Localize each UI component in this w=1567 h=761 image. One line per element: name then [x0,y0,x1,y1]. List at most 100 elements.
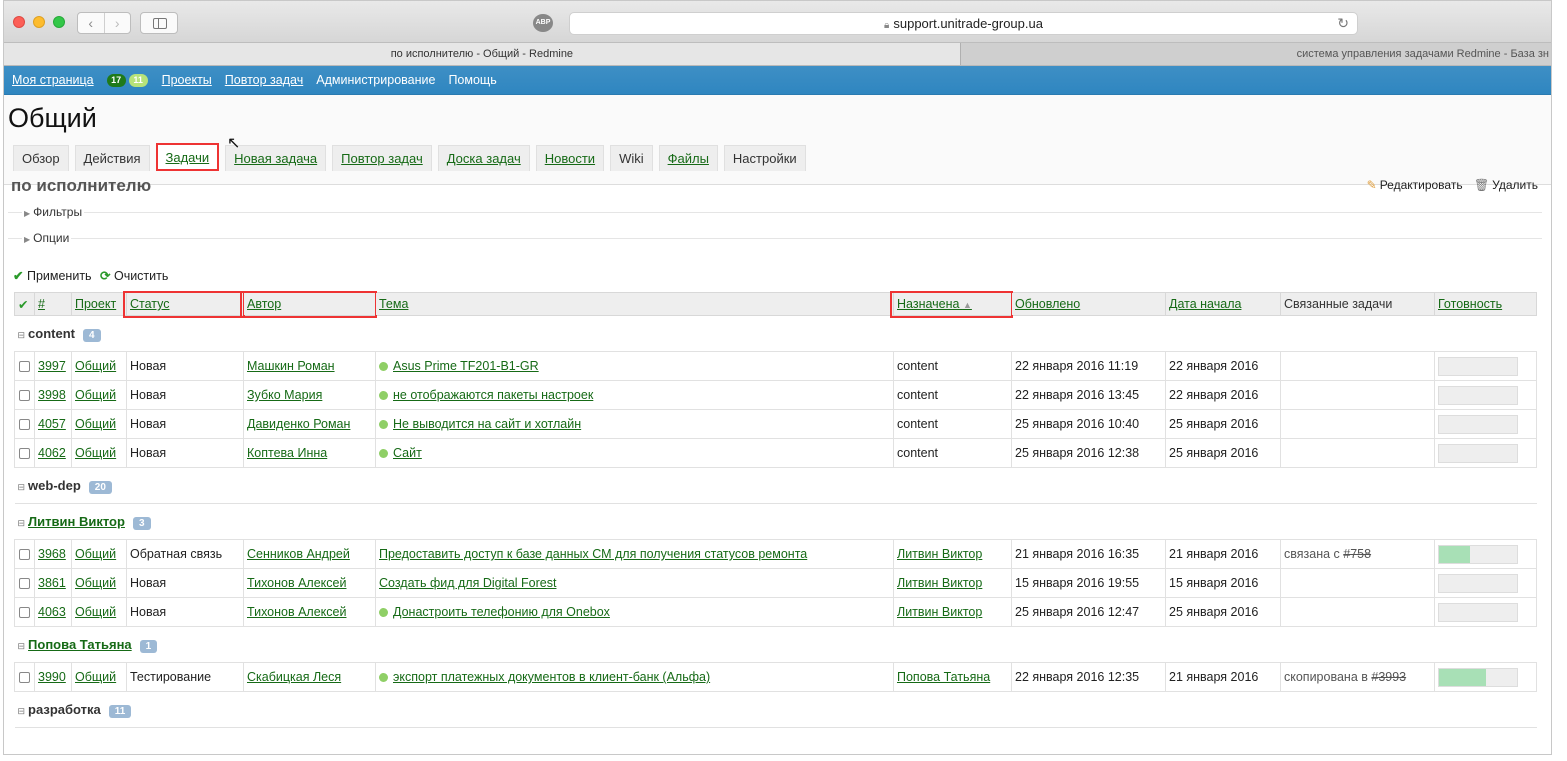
group-name[interactable]: Попова Татьяна [28,637,132,652]
row-checkbox[interactable] [19,607,30,619]
row-checkbox[interactable] [19,390,30,402]
tab-overview[interactable]: Обзор [13,145,69,171]
tab-issues[interactable]: Задачи [155,143,220,171]
edit-query-link[interactable]: Редактировать [1380,178,1463,192]
tab-repeat-issues[interactable]: Повтор задач [332,145,432,171]
clear-button[interactable]: Очистить [114,269,168,283]
browser-tab-inactive[interactable]: система управления задачами Redmine - Ба… [959,43,1551,65]
subject-link[interactable]: Донастроить телефонию для Onebox [393,605,610,619]
author-link[interactable]: Давиденко Роман [247,417,350,431]
back-button[interactable]: ‹ [78,13,104,33]
col-author[interactable]: Автор [240,291,378,319]
issue-id-link[interactable]: 3997 [38,359,66,373]
tab-settings[interactable]: Настройки [723,145,806,171]
filters-fieldset[interactable]: ▶ Фильтры [8,205,1542,238]
menu-administration[interactable]: Администрирование [316,73,435,87]
col-assigned[interactable]: Назначена ▲ [890,291,1014,319]
project-link[interactable]: Общий [75,446,116,460]
project-link[interactable]: Общий [75,576,116,590]
tab-news[interactable]: Новости [535,145,605,171]
project-link[interactable]: Общий [75,605,116,619]
tab-activity[interactable]: Действия [74,145,150,171]
tab-files[interactable]: Файлы [658,145,718,171]
col-updated[interactable]: Обновлено [1011,292,1166,316]
author-link[interactable]: Зубко Мария [247,388,322,402]
forward-button[interactable]: › [103,13,131,33]
subject-link[interactable]: Создать фид для Digital Forest [379,576,556,590]
row-checkbox[interactable] [19,419,30,431]
col-id[interactable]: # [34,292,72,316]
apply-button[interactable]: Применить [27,269,92,283]
subject-link[interactable]: Asus Prime TF201-B1-GR [393,359,539,373]
minimize-window-button[interactable] [33,16,45,28]
row-checkbox[interactable] [19,549,30,561]
watched-count-badge[interactable]: 11 [128,73,148,87]
assignee-link[interactable]: Литвин Виктор [897,605,982,619]
project-link[interactable]: Общий [75,359,116,373]
author-link[interactable]: Машкин Роман [247,359,335,373]
issue-id-link[interactable]: 4063 [38,605,66,619]
related-issue-link[interactable]: #3993 [1371,670,1406,684]
subject-link[interactable]: Предоставить доступ к базе данных СМ для… [379,547,807,561]
project-link[interactable]: Общий [75,547,116,561]
menu-help[interactable]: Помощь [448,73,496,87]
assigned-count-badge[interactable]: 17 [106,73,126,87]
delete-query-link[interactable]: Удалить [1492,178,1538,192]
menu-repeat-issues[interactable]: Повтор задач [225,73,303,87]
author-link[interactable]: Тихонов Алексей [247,576,346,590]
author-link[interactable]: Скабицкая Леся [247,670,341,684]
tab-issue-board[interactable]: Доска задач [437,145,530,171]
col-start-date[interactable]: Дата начала [1165,292,1281,316]
menu-my-page[interactable]: Моя страница [12,73,94,87]
collapse-icon[interactable]: ⊟ [18,482,26,492]
collapse-icon[interactable]: ⊟ [18,330,26,340]
close-window-button[interactable] [13,16,25,28]
group-row[interactable]: ⊟ Литвин Виктор 3 [14,503,1537,540]
group-row[interactable]: ⊟ Попова Татьяна 1 [14,626,1537,663]
subject-link[interactable]: Не выводится на сайт и хотлайн [393,417,581,431]
col-subject[interactable]: Тема [375,292,894,316]
col-done-ratio[interactable]: Готовность [1434,292,1537,316]
row-checkbox[interactable] [19,448,30,460]
row-checkbox[interactable] [19,672,30,684]
author-link[interactable]: Тихонов Алексей [247,605,346,619]
subject-link[interactable]: Сайт [393,446,422,460]
issue-id-link[interactable]: 4062 [38,446,66,460]
subject-link[interactable]: не отображаются пакеты настроек [393,388,593,402]
related-issue-link[interactable]: #758 [1343,547,1371,561]
assignee-link[interactable]: Попова Татьяна [897,670,990,684]
sidebar-toggle-button[interactable] [140,12,178,34]
tab-wiki[interactable]: Wiki [610,145,653,171]
browser-tab-active[interactable]: по исполнителю - Общий - Redmine [4,43,960,65]
author-link[interactable]: Коптева Инна [247,446,327,460]
row-checkbox[interactable] [19,578,30,590]
project-link[interactable]: Общий [75,417,116,431]
adblock-icon[interactable]: ABP [533,14,553,32]
toggle-all-checkbox[interactable]: ✔ [14,292,35,316]
group-row[interactable]: ⊟ content 4 [14,315,1537,352]
group-row[interactable]: ⊟ разработка 11 [14,691,1537,728]
subject-link[interactable]: экспорт платежных документов в клиент-ба… [393,670,710,684]
issue-id-link[interactable]: 3998 [38,388,66,402]
collapse-icon[interactable]: ⊟ [18,706,26,716]
assignee-link[interactable]: Литвин Виктор [897,547,982,561]
menu-projects[interactable]: Проекты [162,73,212,87]
reload-icon[interactable]: ↻ [1337,13,1349,34]
col-project[interactable]: Проект [71,292,127,316]
project-link[interactable]: Общий [75,670,116,684]
col-status[interactable]: Статус [123,291,246,319]
assignee-link[interactable]: Литвин Виктор [897,576,982,590]
issue-id-link[interactable]: 3990 [38,670,66,684]
row-checkbox[interactable] [19,361,30,373]
collapse-icon[interactable]: ⊟ [18,641,26,651]
group-name[interactable]: Литвин Виктор [28,514,125,529]
collapse-icon[interactable]: ⊟ [18,518,26,528]
issue-id-link[interactable]: 3968 [38,547,66,561]
group-row[interactable]: ⊟ web-dep 20 [14,467,1537,504]
issue-id-link[interactable]: 3861 [38,576,66,590]
project-link[interactable]: Общий [75,388,116,402]
zoom-window-button[interactable] [53,16,65,28]
issue-id-link[interactable]: 4057 [38,417,66,431]
author-link[interactable]: Сенников Андрей [247,547,350,561]
address-bar[interactable]: 🔒︎ support.unitrade-group.ua ↻ [569,12,1358,35]
